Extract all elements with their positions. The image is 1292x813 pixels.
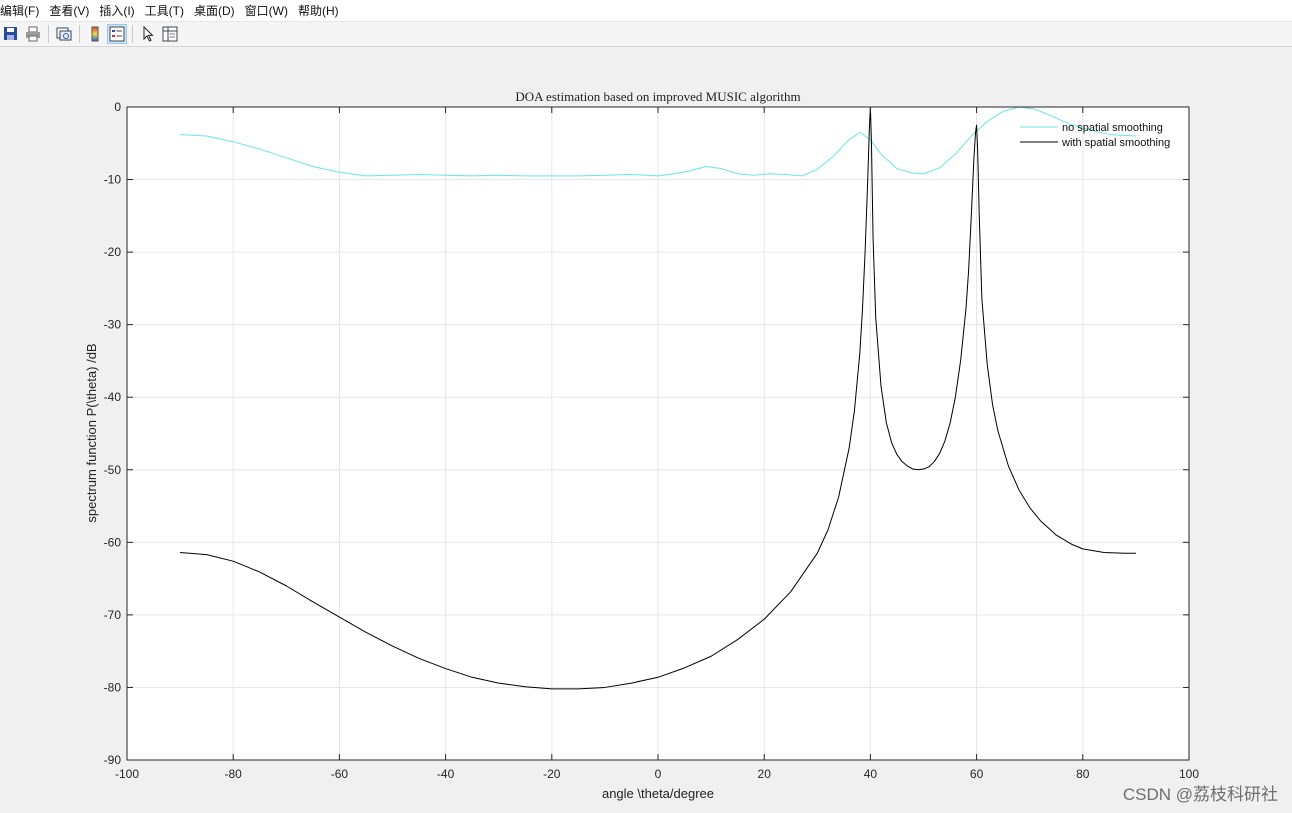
insert-legend-icon[interactable] xyxy=(107,24,127,44)
select-arrow-icon[interactable] xyxy=(138,24,158,44)
y-tick-label: -10 xyxy=(104,173,122,187)
menu-help[interactable]: 帮助(H) xyxy=(293,0,344,22)
y-axis-label: spectrum function P(\theta) /dB xyxy=(84,343,99,522)
toolbar-separator xyxy=(132,25,133,43)
y-tick-label: -70 xyxy=(104,608,122,622)
y-tick-label: -60 xyxy=(104,535,122,549)
print-icon[interactable] xyxy=(23,24,43,44)
x-tick-label: 80 xyxy=(1076,767,1090,781)
menu-desktop[interactable]: 桌面(D) xyxy=(189,0,240,22)
x-tick-label: 40 xyxy=(864,767,878,781)
x-tick-label: 0 xyxy=(655,767,662,781)
x-tick-label: -80 xyxy=(225,767,243,781)
x-axis-label: angle \theta/degree xyxy=(602,786,714,801)
link-plot-icon[interactable] xyxy=(54,24,74,44)
y-tick-label: -90 xyxy=(104,753,122,767)
x-tick-label: 20 xyxy=(758,767,772,781)
x-tick-label: -60 xyxy=(331,767,349,781)
csdn-watermark: CSDN @荔枝科研社 xyxy=(1122,785,1278,804)
doa-spectrum-chart: -100 -80 -60 -40 -20 0 20 40 60 80 100 0 -10 -20 -30 -4… xyxy=(84,89,1199,801)
y-tick-label: -80 xyxy=(104,680,122,694)
y-tick-label: -50 xyxy=(104,463,122,477)
x-tick-label: 100 xyxy=(1179,767,1199,781)
toolbar-separator xyxy=(79,25,80,43)
x-tick-label: -100 xyxy=(115,767,139,781)
y-tick-label: -20 xyxy=(104,245,122,259)
figure-toolbar xyxy=(0,22,1292,47)
menu-insert[interactable]: 插入(I) xyxy=(94,0,139,22)
menu-window[interactable]: 窗口(W) xyxy=(240,0,293,22)
menu-bar: 编辑(F) 查看(V) 插入(I) 工具(T) 桌面(D) 窗口(W) 帮助(H… xyxy=(0,0,1292,22)
menu-edit[interactable]: 编辑(F) xyxy=(0,0,44,22)
legend-label-no-smoothing: no spatial smoothing xyxy=(1062,122,1163,134)
legend-label-with-smoothing: with spatial smoothing xyxy=(1061,137,1170,149)
y-tick-label: 0 xyxy=(114,100,121,114)
x-tick-label: 60 xyxy=(970,767,984,781)
figure-canvas: -100 -80 -60 -40 -20 0 20 40 60 80 100 0 -10 -20 -30 -4… xyxy=(0,47,1292,813)
y-tick-label: -40 xyxy=(104,390,122,404)
toolbar-separator xyxy=(48,25,49,43)
chart-title: DOA estimation based on improved MUSIC a… xyxy=(515,89,800,104)
x-tick-label: -40 xyxy=(437,767,455,781)
save-icon[interactable] xyxy=(1,24,21,44)
insert-colorbar-icon[interactable] xyxy=(85,24,105,44)
menu-view[interactable]: 查看(V) xyxy=(44,0,94,22)
menu-tools[interactable]: 工具(T) xyxy=(140,0,189,22)
property-inspector-icon[interactable] xyxy=(160,24,180,44)
y-tick-label: -30 xyxy=(104,318,122,332)
x-tick-label: -20 xyxy=(543,767,561,781)
